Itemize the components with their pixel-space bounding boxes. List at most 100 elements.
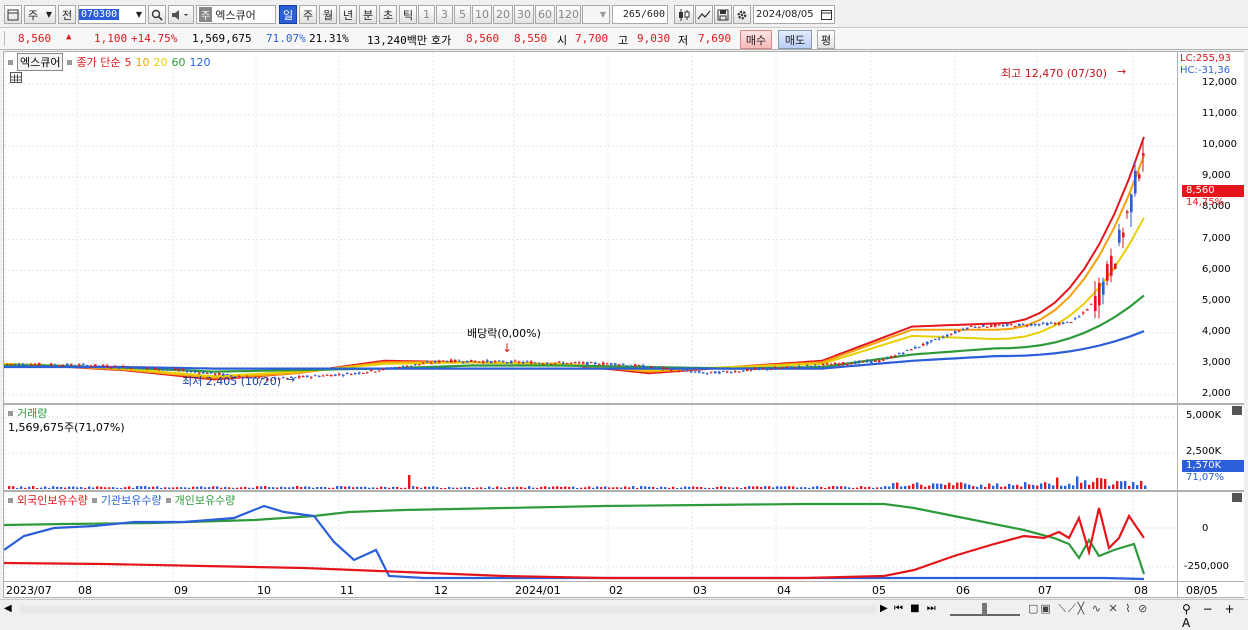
interval-button-10[interactable]: 10 (472, 5, 492, 24)
volume-ratio: 71.07% (266, 32, 306, 45)
interval-custom-select[interactable]: ▼ (582, 5, 610, 24)
price-panel-name[interactable]: 엑스큐어 (17, 53, 64, 71)
volume-bar (412, 486, 415, 489)
volume-bar (1036, 485, 1039, 489)
period-type-select[interactable]: 주 ▼ (24, 5, 56, 24)
interval-button-120[interactable]: 120 (556, 5, 581, 24)
volume-bar (556, 486, 559, 489)
count-field[interactable]: 265/600 (612, 5, 668, 24)
zoom-slider[interactable] (950, 603, 1020, 616)
close-icon[interactable] (1232, 493, 1242, 502)
line-tool-icon-glyph (697, 10, 711, 19)
ma60-line (4, 294, 1145, 373)
candle (914, 346, 917, 349)
interval-button-1[interactable]: 1 (418, 5, 435, 24)
candle (134, 366, 137, 369)
volume-bar (592, 487, 595, 489)
scroll-right-icon[interactable]: ▶ (880, 603, 888, 614)
interval-button-3[interactable]: 3 (436, 5, 453, 24)
volume-y-axis[interactable]: 5,000K 2,500K 1,570K 71,07% (1178, 404, 1244, 491)
save-icon[interactable] (714, 5, 732, 24)
line-tool-icon[interactable] (695, 5, 713, 24)
interval-button-60[interactable]: 60 (535, 5, 555, 24)
volume-bar (384, 486, 387, 489)
volume-chart[interactable] (4, 405, 1177, 490)
period-button-year[interactable]: 년 (339, 5, 357, 24)
candle (394, 367, 397, 369)
search-icon[interactable] (148, 5, 166, 24)
volume-bar (660, 486, 663, 489)
chevron-down-icon[interactable]: ▼ (136, 10, 142, 19)
period-button-minute[interactable]: 분 (359, 5, 377, 24)
prev-button[interactable]: 전 (58, 5, 76, 24)
interval-button-20[interactable]: 20 (493, 5, 513, 24)
price-tick-label: 9,000 (1202, 170, 1231, 182)
candle (1138, 174, 1141, 179)
drawing-tools[interactable]: ▢▣ ⟍⟋╳ ∿ ✕ ⌇ ⊘ (1028, 602, 1149, 616)
zoom-slider-handle[interactable] (982, 603, 987, 615)
volume-bar (1100, 478, 1103, 489)
x-axis[interactable]: 2023/07 08 09 10 11 12 2024/01 02 03 04 05 06 07 08 (3, 582, 1178, 598)
speaker-icon[interactable] (168, 5, 194, 24)
candle (102, 364, 105, 367)
scroll-left-icon[interactable]: ◀ (4, 603, 16, 617)
candle (802, 366, 805, 368)
candle (406, 366, 409, 368)
holdings-y-axis[interactable]: 0 -250,000 (1178, 491, 1244, 582)
interval-button-5[interactable]: 5 (454, 5, 471, 24)
volume-panel[interactable]: 거래량 1,569,675주(71,07%) (3, 404, 1178, 491)
table-icon[interactable] (10, 72, 22, 83)
window-icon[interactable] (4, 5, 22, 24)
candle (526, 361, 529, 363)
candle-type-icon[interactable] (674, 5, 694, 24)
period-button-tick[interactable]: 틱 (399, 5, 417, 24)
stock-name-field[interactable]: 주 엑스큐어 (196, 5, 276, 24)
table-icon-glyph (11, 74, 21, 83)
top-toolbar: 주 ▼ 전 070300 ▼ 주 엑스큐어 일 주 월 년 분 초 틱 1 3 … (0, 0, 1248, 28)
volume-bar (292, 486, 295, 489)
candle (634, 364, 637, 367)
candle (650, 366, 653, 368)
volume-bar (348, 486, 351, 489)
scrollbar-track[interactable] (20, 606, 876, 614)
volume-bar (580, 487, 583, 489)
volume-bar (608, 487, 611, 489)
holdings-panel[interactable]: 외국인보유수량 기관보유수량 개인보유수량 (3, 491, 1178, 582)
candle (958, 330, 961, 332)
volume-bar (192, 486, 195, 489)
ma20-label: 20 (153, 55, 168, 69)
close-icon[interactable] (1232, 406, 1242, 415)
save-icon-glyph (717, 9, 729, 20)
period-button-second[interactable]: 초 (379, 5, 397, 24)
playback-controls[interactable]: ⏮ ■ ⏭ (894, 603, 938, 614)
volume-bar (848, 487, 851, 489)
volume-bar (924, 486, 927, 489)
volume-bar (872, 487, 875, 489)
candle (90, 365, 93, 367)
average-button[interactable]: 평 (817, 30, 835, 49)
volume-bar (968, 484, 971, 489)
period-button-month[interactable]: 월 (319, 5, 337, 24)
ma10-label: 10 (135, 55, 150, 69)
interval-button-30[interactable]: 30 (514, 5, 534, 24)
volume-bar (604, 486, 607, 489)
period-button-day[interactable]: 일 (279, 5, 297, 24)
legend-square-icon (8, 410, 13, 416)
code-input[interactable]: 070300 ▼ (78, 5, 146, 24)
gear-icon[interactable] (733, 5, 751, 24)
calendar-icon[interactable] (821, 9, 832, 20)
price-chart[interactable] (4, 52, 1177, 403)
date-field[interactable]: 2024/08/05 (753, 5, 835, 24)
buy-button[interactable]: 매수 (740, 30, 772, 49)
price-tick-label: 6,000 (1202, 263, 1231, 275)
volume-bar (768, 486, 771, 489)
price-chart-panel[interactable]: 엑스큐어 종가 단순 5 10 20 60 120 최고 12,470 (07/… (3, 51, 1178, 404)
sell-button[interactable]: 매도 (778, 30, 812, 49)
volume-bar (900, 486, 903, 489)
volume-bar (208, 487, 211, 489)
volume-bar (1076, 476, 1079, 489)
zoom-controls[interactable]: ⚲ − + A (1182, 602, 1248, 630)
period-button-week[interactable]: 주 (299, 5, 317, 24)
price-y-axis[interactable]: LC:255,93 HC:-31,36 12,000 11,000 10,000 9,… (1178, 51, 1244, 404)
volume-bar (772, 487, 775, 489)
